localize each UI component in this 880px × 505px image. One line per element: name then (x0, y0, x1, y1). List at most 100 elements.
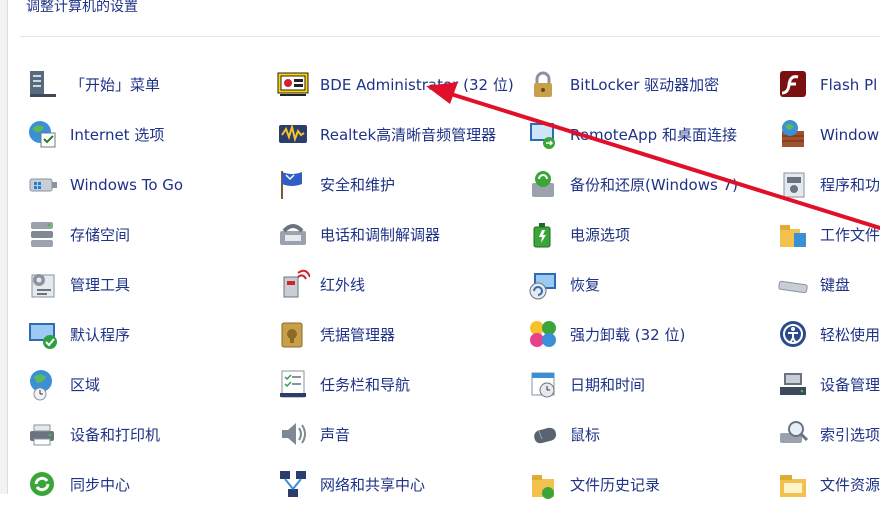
control-panel-item[interactable]: 电话和调制解调器 (276, 215, 526, 255)
control-panel-item-label: 默认程序 (70, 326, 131, 344)
windows-to-go-icon (26, 167, 60, 201)
control-panel-item[interactable]: 安全和维护 (276, 165, 526, 205)
control-panel-item-label: 程序和功 (820, 176, 880, 194)
control-panel-item[interactable]: Window 墙 (776, 115, 880, 155)
control-panel-item[interactable]: 红外线 (276, 265, 526, 305)
file-history-icon (526, 467, 560, 501)
control-panel-item[interactable]: 「开始」菜单 (26, 65, 276, 105)
control-panel-item[interactable]: 存储空间 (26, 215, 276, 255)
phone-modem-icon (276, 217, 310, 251)
admin-tools-icon (26, 267, 60, 301)
control-panel-item[interactable]: 键盘 (776, 265, 880, 305)
bitlocker-icon (526, 67, 560, 101)
control-panel-grid: 「开始」菜单 Internet 选项 Windows To Go 存储空间管理工具默认… (0, 0, 880, 499)
sync-center-icon (26, 467, 60, 501)
control-panel-item[interactable]: 同步中心 (26, 465, 276, 505)
work-folders-icon (776, 217, 810, 251)
control-panel-item-label: 网络和共享中心 (320, 476, 426, 494)
sound-icon (276, 417, 310, 451)
control-panel-item[interactable]: Internet 选项 (26, 115, 276, 155)
force-uninstall-icon (526, 317, 560, 351)
power-options-icon (526, 217, 560, 251)
control-panel-item-label: 电源选项 (570, 226, 631, 244)
control-panel-item-label: 轻松使用 (820, 326, 880, 344)
control-panel-item[interactable]: BDE Administrator (32 位) (276, 65, 526, 105)
control-panel-item-label: 声音 (320, 426, 351, 444)
control-panel-item[interactable]: Flash Pl (776, 65, 880, 105)
control-panel-item[interactable]: 网络和共享中心 (276, 465, 526, 505)
taskbar-navigation-icon (276, 367, 310, 401)
control-panel-item[interactable]: 恢复 (526, 265, 776, 305)
control-panel-item[interactable]: 电源选项 (526, 215, 776, 255)
control-panel-item[interactable]: 轻松使用 (776, 315, 880, 355)
control-panel-item[interactable]: 管理工具 (26, 265, 276, 305)
control-panel-item-label: Realtek高清晰音频管理器 (320, 126, 497, 144)
date-time-icon (526, 367, 560, 401)
control-panel-item[interactable]: 强力卸载 (32 位) (526, 315, 776, 355)
remoteapp-icon (526, 117, 560, 151)
control-panel-item-label: 备份和还原(Windows 7) (570, 176, 738, 194)
control-panel-item[interactable]: Windows To Go (26, 165, 276, 205)
control-panel-item-label: BitLocker 驱动器加密 (570, 76, 720, 94)
start-menu-icon (26, 67, 60, 101)
control-panel-item-label: Windows To Go (70, 176, 184, 194)
infrared-icon (276, 267, 310, 301)
recovery-icon (526, 267, 560, 301)
control-panel-item[interactable]: 设备和打印机 (26, 415, 276, 455)
control-panel-item[interactable]: 索引选项 (776, 415, 880, 455)
control-panel-item[interactable]: 备份和还原(Windows 7) (526, 165, 776, 205)
control-panel-item[interactable]: 工作文件 (776, 215, 880, 255)
devices-printers-icon (26, 417, 60, 451)
control-panel-item-label: 凭据管理器 (320, 326, 396, 344)
control-panel-item-label: 鼠标 (570, 426, 601, 444)
control-panel-item-label: 安全和维护 (320, 176, 396, 194)
keyboard-icon (776, 267, 810, 301)
control-panel-item-label: 「开始」菜单 (70, 76, 161, 94)
control-panel-item[interactable]: 文件资源 (776, 465, 880, 505)
control-panel-item-label: 工作文件 (820, 226, 880, 244)
control-panel-item[interactable]: 文件历史记录 (526, 465, 776, 505)
file-explorer-icon (776, 467, 810, 501)
control-panel-item-label: 区域 (70, 376, 101, 394)
control-panel-item[interactable]: BitLocker 驱动器加密 (526, 65, 776, 105)
control-panel-item-label: 文件资源 (820, 476, 880, 494)
control-panel-item[interactable]: 声音 (276, 415, 526, 455)
control-panel-item-label: 索引选项 (820, 426, 880, 444)
control-panel-item[interactable]: 凭据管理器 (276, 315, 526, 355)
control-panel-item-label: RemoteApp 和桌面连接 (570, 126, 737, 144)
control-panel-item-label: 管理工具 (70, 276, 131, 294)
bde-administrator-icon (276, 67, 310, 101)
control-panel-item[interactable]: Realtek高清晰音频管理器 (276, 115, 526, 155)
indexing-options-icon (776, 417, 810, 451)
control-panel-item-label: 日期和时间 (570, 376, 646, 394)
control-panel-item[interactable]: 程序和功 (776, 165, 880, 205)
credential-manager-icon (276, 317, 310, 351)
control-panel-item[interactable]: 鼠标 (526, 415, 776, 455)
control-panel-item-label: Window 墙 (820, 126, 880, 144)
control-panel-item[interactable]: 区域 (26, 365, 276, 405)
storage-spaces-icon (26, 217, 60, 251)
programs-features-icon (776, 167, 810, 201)
control-panel-item[interactable]: 日期和时间 (526, 365, 776, 405)
network-sharing-icon (276, 467, 310, 501)
control-panel-item[interactable]: RemoteApp 和桌面连接 (526, 115, 776, 155)
realtek-audio-icon (276, 117, 310, 151)
security-maintenance-icon (276, 167, 310, 201)
control-panel-item[interactable]: 设备管理 (776, 365, 880, 405)
region-icon (26, 367, 60, 401)
backup-restore-icon (526, 167, 560, 201)
control-panel-item-label: 任务栏和导航 (320, 376, 411, 394)
control-panel-item-label: 恢复 (570, 276, 601, 294)
control-panel-item-label: 设备管理 (820, 376, 880, 394)
control-panel-item-label: 强力卸载 (32 位) (570, 326, 686, 344)
mouse-icon (526, 417, 560, 451)
control-panel-item-label: 文件历史记录 (570, 476, 661, 494)
internet-options-icon (26, 117, 60, 151)
control-panel-item[interactable]: 任务栏和导航 (276, 365, 526, 405)
control-panel-item-label: 电话和调制解调器 (320, 226, 441, 244)
control-panel-item-label: 存储空间 (70, 226, 131, 244)
control-panel-item-label: 键盘 (820, 276, 851, 294)
control-panel-item[interactable]: 默认程序 (26, 315, 276, 355)
control-panel-item-label: 同步中心 (70, 476, 131, 494)
flash-player-icon (776, 67, 810, 101)
